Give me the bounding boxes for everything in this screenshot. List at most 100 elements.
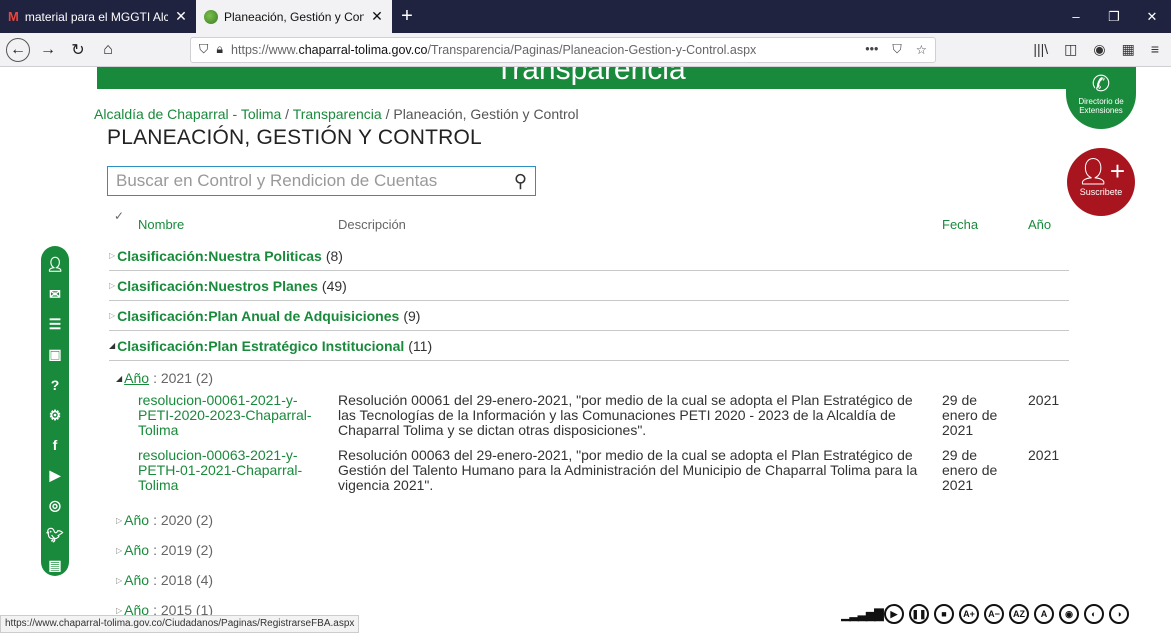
group-header[interactable]: ▷ Clasificación : Nuestros Planes (49) (109, 271, 1069, 301)
youtube-icon[interactable]: ▶ (44, 465, 66, 485)
decrease-text-button[interactable]: A− (984, 604, 1004, 624)
column-header-year[interactable]: Año (1028, 217, 1051, 232)
menu-icon[interactable]: ≡ (1151, 41, 1159, 58)
collapse-triangle-icon[interactable]: ◢ (109, 341, 115, 350)
contrast-icon[interactable]: ◐ (1084, 604, 1104, 624)
bookmark-star-icon[interactable]: ☆ (916, 42, 927, 57)
banner-title: Transparencia (495, 67, 686, 86)
url-bar[interactable]: ⛉ 🔒︎ https://www.chaparral-tolima.gov.co… (190, 36, 936, 63)
account-icon[interactable]: ◉ (1093, 41, 1105, 58)
instagram-icon[interactable]: ◎ (44, 496, 66, 516)
column-header-name[interactable]: Nombre (138, 217, 184, 232)
search-box: ⚲ (107, 166, 536, 196)
collapse-triangle-icon[interactable]: ◢ (116, 374, 122, 383)
year-group-header[interactable]: ▷ Año : 2020 (2) (116, 512, 213, 528)
search-icon[interactable]: ⚲ (514, 171, 527, 192)
document-date: 29 de enero de 2021 (942, 392, 998, 438)
breadcrumb-home-link[interactable]: Alcaldía de Chaparral - Tolima (94, 106, 281, 122)
restore-icon[interactable]: ❐ (1095, 0, 1133, 33)
window-controls: – ❐ ✕ (1057, 0, 1171, 33)
page-title: PLANEACIÓN, GESTIÓN Y CONTROL (107, 126, 482, 149)
shield-icon: ⛉ (199, 42, 209, 56)
expand-triangle-icon[interactable]: ▷ (116, 546, 122, 555)
facebook-icon[interactable]: f (44, 435, 66, 455)
volume-bars-icon[interactable]: ▁▂▃▅▇ (841, 604, 883, 624)
question-icon[interactable]: ? (44, 375, 66, 395)
group-header[interactable]: ◢ Clasificación : Plan Estratégico Insti… (109, 331, 1069, 361)
group-header[interactable]: ▷ Clasificación : Nuestra Politicas (8) (109, 241, 1069, 271)
forward-button[interactable]: → (36, 38, 60, 62)
tab-title: Planeación, Gestión y Control (224, 9, 364, 24)
group-header[interactable]: ▷ Clasificación : Plan Anual de Adquisic… (109, 301, 1069, 331)
page-banner: Transparencia (97, 67, 1069, 89)
document-description: Resolución 00061 del 29-enero-2021, "por… (338, 392, 913, 438)
minimize-icon[interactable]: – (1057, 0, 1095, 33)
checklist-icon[interactable]: ☰ (44, 314, 66, 334)
reset-text-button[interactable]: AZ (1009, 604, 1029, 624)
expand-triangle-icon[interactable]: ▷ (109, 311, 115, 320)
mail-icon[interactable]: ✉ (44, 284, 66, 304)
stop-icon[interactable]: ■ (934, 604, 954, 624)
close-icon[interactable]: ✕ (174, 8, 188, 25)
table-row: resolucion-00061-2021-y-PETI-2020-2023-C… (138, 393, 1068, 447)
extension-icon[interactable]: ▦ (1122, 41, 1135, 58)
new-tab-button[interactable]: + (392, 0, 422, 33)
gmail-icon: M (8, 9, 19, 24)
browser-tabbar: M material para el MGGTI Alcaldía ✕ Plan… (0, 0, 1171, 33)
subscribe-button[interactable]: 👤︎+ Suscribete (1067, 148, 1135, 216)
expand-triangle-icon[interactable]: ▷ (109, 281, 115, 290)
invert-icon[interactable]: ◑ (1109, 604, 1129, 624)
reload-button[interactable]: ↻ (66, 38, 90, 62)
gear-icon[interactable]: ⚙ (44, 405, 66, 425)
document-year: 2021 (1028, 447, 1060, 463)
more-actions-icon[interactable]: ••• (865, 42, 878, 57)
browser-tab-gmail[interactable]: M material para el MGGTI Alcaldía ✕ (0, 0, 196, 33)
select-all-checkbox[interactable]: ✓ (114, 209, 124, 223)
increase-text-button[interactable]: A+ (959, 604, 979, 624)
breadcrumb-section-link[interactable]: Transparencia (293, 106, 382, 122)
close-window-icon[interactable]: ✕ (1133, 0, 1171, 33)
browser-tab-planeacion[interactable]: Planeación, Gestión y Control ✕ (196, 0, 392, 33)
year-label[interactable]: Año (124, 512, 149, 528)
site-favicon-icon (204, 9, 218, 24)
year-group-header[interactable]: ▷ Año : 2019 (2) (116, 542, 213, 558)
play-icon[interactable]: ▶ (884, 604, 904, 624)
column-header-date[interactable]: Fecha (942, 217, 978, 232)
document-date: 29 de enero de 2021 (942, 447, 998, 493)
expand-triangle-icon[interactable]: ▷ (116, 606, 122, 615)
phone-icon: ✆ (1091, 71, 1111, 96)
search-input[interactable] (116, 171, 514, 191)
grayscale-icon[interactable]: ◉ (1059, 604, 1079, 624)
url-text: https://www.chaparral-tolima.gov.co/Tran… (231, 42, 757, 57)
browser-navbar: ← → ↻ ⌂ ⛉ 🔒︎ https://www.chaparral-tolim… (0, 33, 1171, 67)
pocket-icon[interactable]: ⛉ (892, 42, 901, 57)
document-description: Resolución 00063 del 29-enero-2021, "por… (338, 447, 918, 493)
expand-triangle-icon[interactable]: ▷ (116, 516, 122, 525)
directory-button[interactable]: ✆ Directorio de Extensiones (1066, 67, 1136, 129)
close-icon[interactable]: ✕ (370, 8, 384, 25)
year-group-header[interactable]: ▷ Año : 2018 (4) (116, 572, 213, 588)
money-icon[interactable]: ▣ (44, 345, 66, 365)
year-label[interactable]: Año (124, 542, 149, 558)
year-label[interactable]: Año (124, 572, 149, 588)
font-button[interactable]: A (1034, 604, 1054, 624)
home-button[interactable]: ⌂ (96, 38, 120, 62)
expand-triangle-icon[interactable]: ▷ (116, 576, 122, 585)
sidebar-icon[interactable]: ◫ (1064, 41, 1077, 58)
document-link[interactable]: resolucion-00063-2021-y-PETH-01-2021-Cha… (138, 448, 328, 493)
user-icon[interactable]: 👤︎ (44, 254, 66, 274)
column-header-description[interactable]: Descripción (338, 217, 406, 232)
library-icon[interactable]: |||\ (1033, 41, 1048, 58)
table-row: resolucion-00063-2021-y-PETH-01-2021-Cha… (138, 448, 1068, 502)
back-button[interactable]: ← (6, 37, 30, 62)
accessibility-toolbar: ▁▂▃▅▇ ▶ ❚❚ ■ A+ A− AZ A ◉ ◐ ◑ (841, 604, 1129, 624)
year-group-header[interactable]: ◢ Año : 2021 (2) (116, 370, 213, 386)
twitter-icon[interactable]: 🐦︎ (44, 526, 66, 546)
document-icon[interactable]: ▤ (44, 556, 66, 576)
breadcrumb: Alcaldía de Chaparral - Tolima / Transpa… (94, 106, 579, 122)
document-link[interactable]: resolucion-00061-2021-y-PETI-2020-2023-C… (138, 393, 328, 438)
social-sidebar: 👤︎ ✉ ☰ ▣ ? ⚙ f ▶ ◎ 🐦︎ ▤ (41, 246, 69, 576)
expand-triangle-icon[interactable]: ▷ (109, 251, 115, 260)
year-label[interactable]: Año (124, 370, 149, 386)
pause-icon[interactable]: ❚❚ (909, 604, 929, 624)
